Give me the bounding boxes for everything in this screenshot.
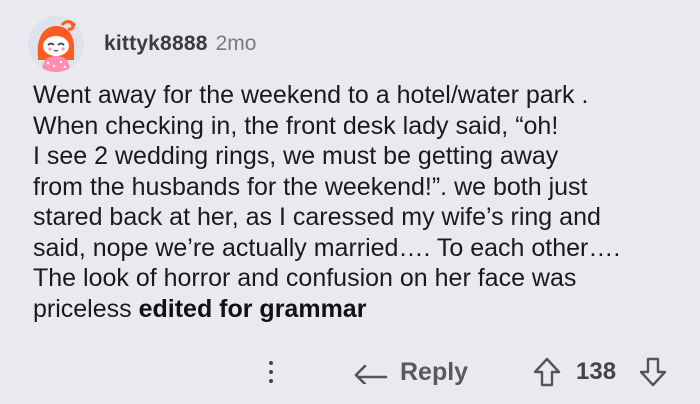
reply-arrow-icon [350,356,388,389]
snoo-avatar-icon[interactable] [28,16,84,72]
vote-score: 138 [576,358,617,385]
comment-line: The look of horror and confusion on her … [33,264,577,292]
comment-body: Went away for the weekend to a hotel/wat… [33,80,683,324]
comment-line: I see 2 wedding rings, we must be gettin… [33,142,559,170]
more-dot [269,379,273,383]
comment-line: said, nope we’re actually married…. To e… [33,233,621,262]
edited-note: edited for grammar [138,294,367,323]
comment-line-text: priceless [33,294,139,323]
more-dot [269,361,273,365]
comment: kittyk8888 2mo Went away for the weekend… [0,0,700,404]
comment-line: Went away for the weekend to a hotel/wat… [33,81,589,109]
downvote-arrow-icon[interactable] [638,356,668,388]
more-dot [269,370,273,374]
comment-line: from the husbands for the weekend!”. we … [33,172,588,201]
comment-header: kittyk8888 2mo [28,16,256,72]
reply-button[interactable]: Reply [350,352,468,392]
comment-author[interactable]: kittyk8888 [104,32,208,56]
reply-label: Reply [400,357,469,386]
comment-line: stared back at her, as I caressed my wif… [33,203,601,231]
comment-line: When checking in, the front desk lady sa… [33,111,559,140]
more-options-icon[interactable] [259,356,283,388]
comment-actions: Reply 138 [0,348,700,396]
upvote-arrow-icon[interactable] [532,356,562,388]
comment-age: 2mo [215,32,257,55]
comment-last-line: priceless edited for grammar [33,294,683,325]
